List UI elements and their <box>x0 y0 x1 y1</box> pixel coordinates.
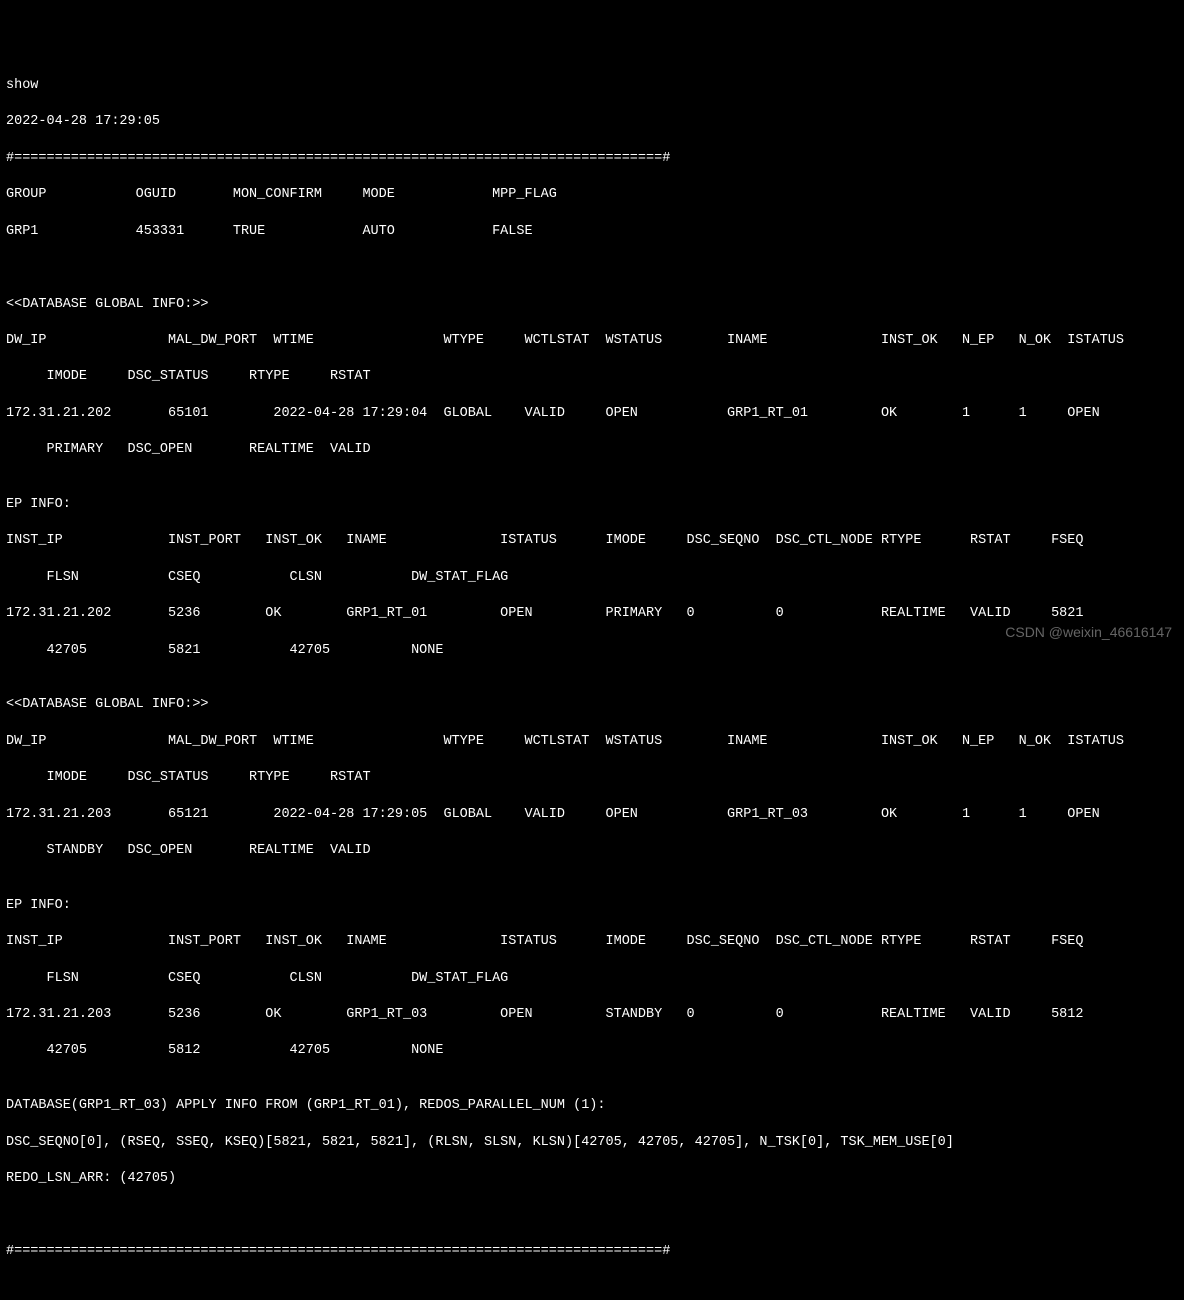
db-global-title: <<DATABASE GLOBAL INFO:>> <box>6 296 1178 314</box>
divider-line-2: #=======================================… <box>6 1243 1178 1261</box>
ep-header-2b: FLSN CSEQ CLSN DW_STAT_FLAG <box>6 970 1178 988</box>
apply-info-1: DATABASE(GRP1_RT_03) APPLY INFO FROM (GR… <box>6 1097 1178 1115</box>
db1-row-2: PRIMARY DSC_OPEN REALTIME VALID <box>6 441 1178 459</box>
timestamp-line: 2022-04-28 17:29:05 <box>6 113 1178 131</box>
command-line: show <box>6 77 1178 95</box>
group-row: GRP1 453331 TRUE AUTO FALSE <box>6 223 1178 241</box>
db1-row-1: 172.31.21.202 65101 2022-04-28 17:29:04 … <box>6 405 1178 423</box>
ep1-row-2: 42705 5821 42705 NONE <box>6 642 1178 660</box>
apply-info-2: DSC_SEQNO[0], (RSEQ, SSEQ, KSEQ)[5821, 5… <box>6 1134 1178 1152</box>
ep-header-2: FLSN CSEQ CLSN DW_STAT_FLAG <box>6 569 1178 587</box>
db-header-2: IMODE DSC_STATUS RTYPE RSTAT <box>6 368 1178 386</box>
db-global-title-2: <<DATABASE GLOBAL INFO:>> <box>6 696 1178 714</box>
watermark-text: CSDN @weixin_46616147 <box>1005 623 1172 642</box>
db2-row-2: STANDBY DSC_OPEN REALTIME VALID <box>6 842 1178 860</box>
group-header: GROUP OGUID MON_CONFIRM MODE MPP_FLAG <box>6 186 1178 204</box>
ep-header-1: INST_IP INST_PORT INST_OK INAME ISTATUS … <box>6 532 1178 550</box>
ep2-row-1: 172.31.21.203 5236 OK GRP1_RT_03 OPEN ST… <box>6 1006 1178 1024</box>
db-header-2b: IMODE DSC_STATUS RTYPE RSTAT <box>6 769 1178 787</box>
ep-info-title: EP INFO: <box>6 496 1178 514</box>
ep1-row-1: 172.31.21.202 5236 OK GRP1_RT_01 OPEN PR… <box>6 605 1178 623</box>
db2-row-1: 172.31.21.203 65121 2022-04-28 17:29:05 … <box>6 806 1178 824</box>
db-header-1: DW_IP MAL_DW_PORT WTIME WTYPE WCTLSTAT W… <box>6 332 1178 350</box>
ep-info-title-2: EP INFO: <box>6 897 1178 915</box>
db-header-1b: DW_IP MAL_DW_PORT WTIME WTYPE WCTLSTAT W… <box>6 733 1178 751</box>
apply-info-3: REDO_LSN_ARR: (42705) <box>6 1170 1178 1188</box>
ep2-row-2: 42705 5812 42705 NONE <box>6 1042 1178 1060</box>
ep-header-1b: INST_IP INST_PORT INST_OK INAME ISTATUS … <box>6 933 1178 951</box>
divider-line: #=======================================… <box>6 150 1178 168</box>
